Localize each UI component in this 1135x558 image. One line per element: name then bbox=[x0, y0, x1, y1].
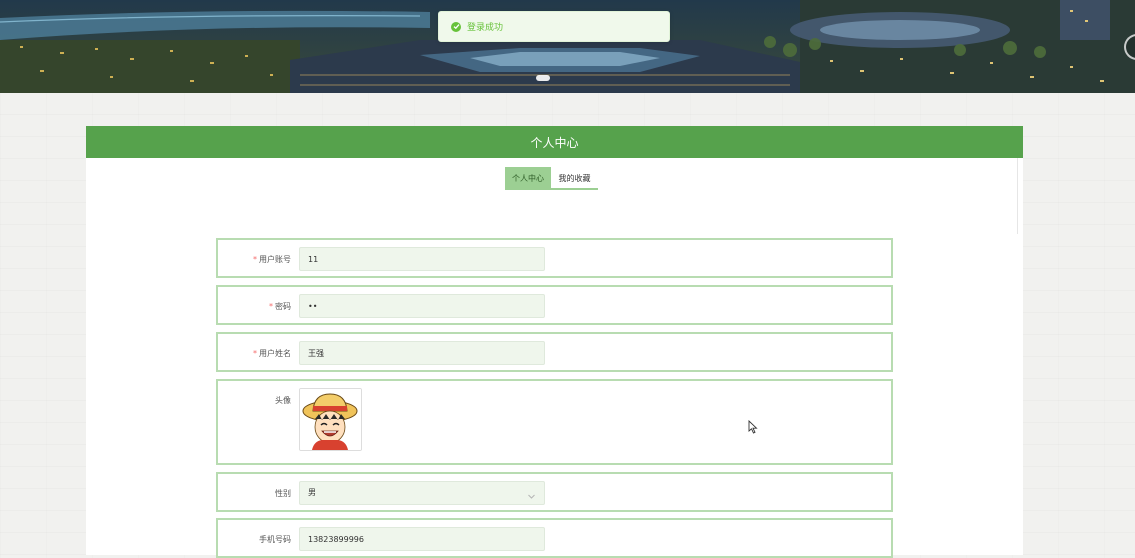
gender-value: 男 bbox=[308, 488, 316, 497]
toast-message: 登录成功 bbox=[467, 23, 504, 33]
username-label: * 用户账号 bbox=[253, 255, 291, 264]
required-mark: * bbox=[253, 349, 257, 358]
tab-my-favorites[interactable]: 我的收藏 bbox=[551, 167, 598, 190]
form-row-password: * 密码 bbox=[216, 285, 893, 325]
mouse-cursor-icon bbox=[748, 419, 758, 438]
form-row-gender: 性别 男 bbox=[216, 472, 893, 512]
form-row-phone: 手机号码 bbox=[216, 518, 893, 558]
required-mark: * bbox=[253, 255, 257, 264]
password-label: * 密码 bbox=[269, 302, 291, 311]
panel-title-text: 个人中心 bbox=[530, 135, 579, 150]
form-row-realname: * 用户姓名 bbox=[216, 332, 893, 372]
avatar-label: 头像 bbox=[275, 396, 291, 405]
gender-label: 性别 bbox=[275, 489, 291, 498]
panel-title: 个人中心 bbox=[86, 126, 1023, 158]
phone-label: 手机号码 bbox=[259, 535, 291, 544]
tab-bar: 个人中心 我的收藏 bbox=[505, 167, 598, 190]
divider bbox=[1017, 158, 1018, 234]
gender-select[interactable]: 男 bbox=[299, 481, 545, 505]
required-mark: * bbox=[269, 302, 273, 311]
realname-input[interactable] bbox=[299, 341, 545, 365]
chevron-down-icon bbox=[527, 488, 536, 510]
phone-input[interactable] bbox=[299, 527, 545, 551]
form-row-avatar: 头像 bbox=[216, 379, 893, 465]
success-toast: 登录成功 bbox=[438, 11, 670, 42]
username-input[interactable] bbox=[299, 247, 545, 271]
password-input[interactable] bbox=[299, 294, 545, 318]
tab-personal-center[interactable]: 个人中心 bbox=[505, 167, 551, 190]
realname-label: * 用户姓名 bbox=[253, 349, 291, 358]
avatar-image[interactable] bbox=[299, 388, 362, 451]
carousel-indicator[interactable] bbox=[536, 75, 550, 81]
check-circle-icon bbox=[451, 21, 461, 32]
avatar-cartoon-icon bbox=[300, 389, 361, 450]
form-row-username: * 用户账号 bbox=[216, 238, 893, 278]
